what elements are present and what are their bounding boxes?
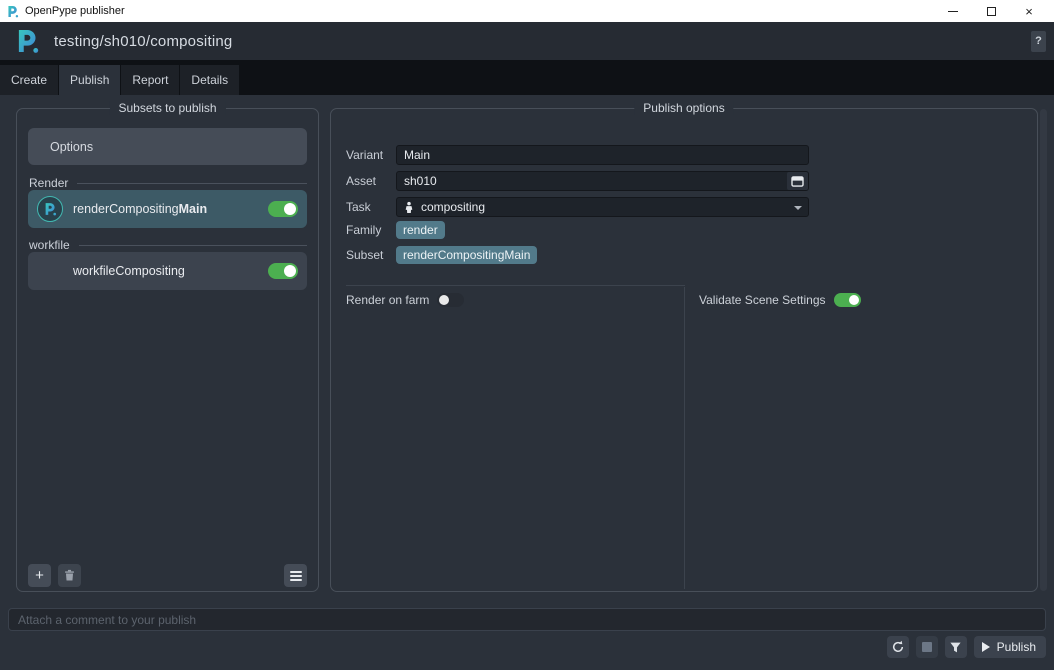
subset-item-workfile[interactable]: workfileCompositing (28, 252, 307, 290)
subset-row: Subset renderCompositingMain (346, 246, 537, 264)
workfile-group-header: workfile (29, 237, 307, 253)
asset-label: Asset (346, 174, 396, 188)
validate-scene-settings-toggle[interactable] (834, 293, 861, 307)
scrollbar[interactable] (1040, 109, 1047, 591)
task-value: compositing (421, 200, 485, 214)
add-instance-button[interactable]: + (28, 564, 51, 587)
asset-input[interactable] (396, 171, 809, 191)
tab-details[interactable]: Details (180, 65, 239, 95)
window-controls: × (934, 0, 1048, 22)
play-icon (982, 642, 990, 652)
tab-report[interactable]: Report (121, 65, 179, 95)
publish-options-panel: Publish options Variant Asset Task (330, 108, 1038, 592)
stop-icon (922, 642, 932, 652)
tab-create[interactable]: Create (0, 65, 58, 95)
subsets-panel: Subsets to publish Options Render render… (16, 108, 319, 592)
header: testing/sh010/compositing ? (0, 22, 1054, 60)
delete-instance-button[interactable] (58, 564, 81, 587)
publish-button[interactable]: Publish (974, 636, 1046, 658)
tab-bar: Create Publish Report Details (0, 60, 1054, 95)
task-combobox[interactable]: compositing (396, 197, 809, 217)
close-icon: × (1025, 5, 1033, 18)
variant-label: Variant (346, 148, 396, 162)
render-on-farm-row: Render on farm (346, 293, 464, 307)
section-separator (346, 285, 685, 286)
menu-icon (290, 571, 302, 581)
filter-button[interactable] (945, 636, 967, 658)
subset-item-label: workfileCompositing (73, 264, 185, 278)
group-divider (77, 183, 307, 184)
publish-options-title: Publish options (634, 101, 733, 115)
render-on-farm-label: Render on farm (346, 293, 429, 307)
close-button[interactable]: × (1010, 0, 1048, 22)
maximize-icon (987, 7, 996, 16)
publish-button-label: Publish (997, 640, 1036, 654)
openpype-logo-icon (6, 5, 19, 18)
subsets-panel-footer: + (28, 564, 307, 587)
subset-item-label: renderCompositingMain (73, 202, 207, 216)
window-icon (791, 176, 804, 187)
tab-publish[interactable]: Publish (59, 65, 120, 95)
stop-button[interactable] (916, 636, 938, 658)
refresh-icon (891, 640, 905, 654)
subsets-panel-title: Subsets to publish (109, 101, 225, 115)
variant-row: Variant (346, 145, 809, 165)
context-title: testing/sh010/compositing (54, 33, 232, 50)
family-label: Family (346, 223, 396, 237)
action-buttons: Publish (887, 636, 1046, 658)
minimize-button[interactable] (934, 0, 972, 22)
maximize-button[interactable] (972, 0, 1010, 22)
asset-row: Asset (346, 171, 809, 191)
workfile-group-label: workfile (29, 238, 70, 252)
group-divider (79, 245, 307, 246)
render-on-farm-toggle[interactable] (437, 293, 464, 307)
app-title: OpenPype publisher (25, 5, 125, 17)
validate-scene-settings-row: Validate Scene Settings (699, 293, 861, 307)
subset-label: Subset (346, 248, 396, 262)
subset-badge: renderCompositingMain (396, 246, 537, 264)
column-divider (684, 287, 685, 589)
options-button[interactable]: Options (28, 128, 307, 165)
filter-icon (949, 641, 962, 654)
task-row: Task compositing (346, 197, 809, 217)
help-button[interactable]: ? (1031, 31, 1046, 52)
openpype-publisher-window: OpenPype publisher × testing/sh010/compo… (0, 0, 1054, 670)
minimize-icon (948, 11, 958, 12)
person-icon (404, 201, 414, 214)
subset-enabled-toggle[interactable] (268, 201, 298, 217)
subset-enabled-toggle[interactable] (268, 263, 298, 279)
titlebar[interactable]: OpenPype publisher × (0, 0, 1054, 22)
comment-input[interactable] (8, 608, 1046, 631)
variant-input[interactable] (396, 145, 809, 165)
openpype-item-icon (37, 196, 63, 222)
render-group-label: Render (29, 176, 68, 190)
openpype-header-logo-icon (14, 28, 40, 54)
family-row: Family render (346, 221, 445, 239)
task-label: Task (346, 200, 396, 214)
chevron-down-icon (794, 206, 802, 210)
validate-scene-settings-label: Validate Scene Settings (699, 293, 826, 307)
trash-icon (63, 569, 76, 582)
render-group-header: Render (29, 175, 307, 191)
main-area: Subsets to publish Options Render render… (0, 95, 1054, 670)
asset-browse-button[interactable] (787, 172, 808, 190)
change-view-button[interactable] (284, 564, 307, 587)
family-badge: render (396, 221, 445, 239)
refresh-button[interactable] (887, 636, 909, 658)
subset-item-render[interactable]: renderCompositingMain (28, 190, 307, 228)
